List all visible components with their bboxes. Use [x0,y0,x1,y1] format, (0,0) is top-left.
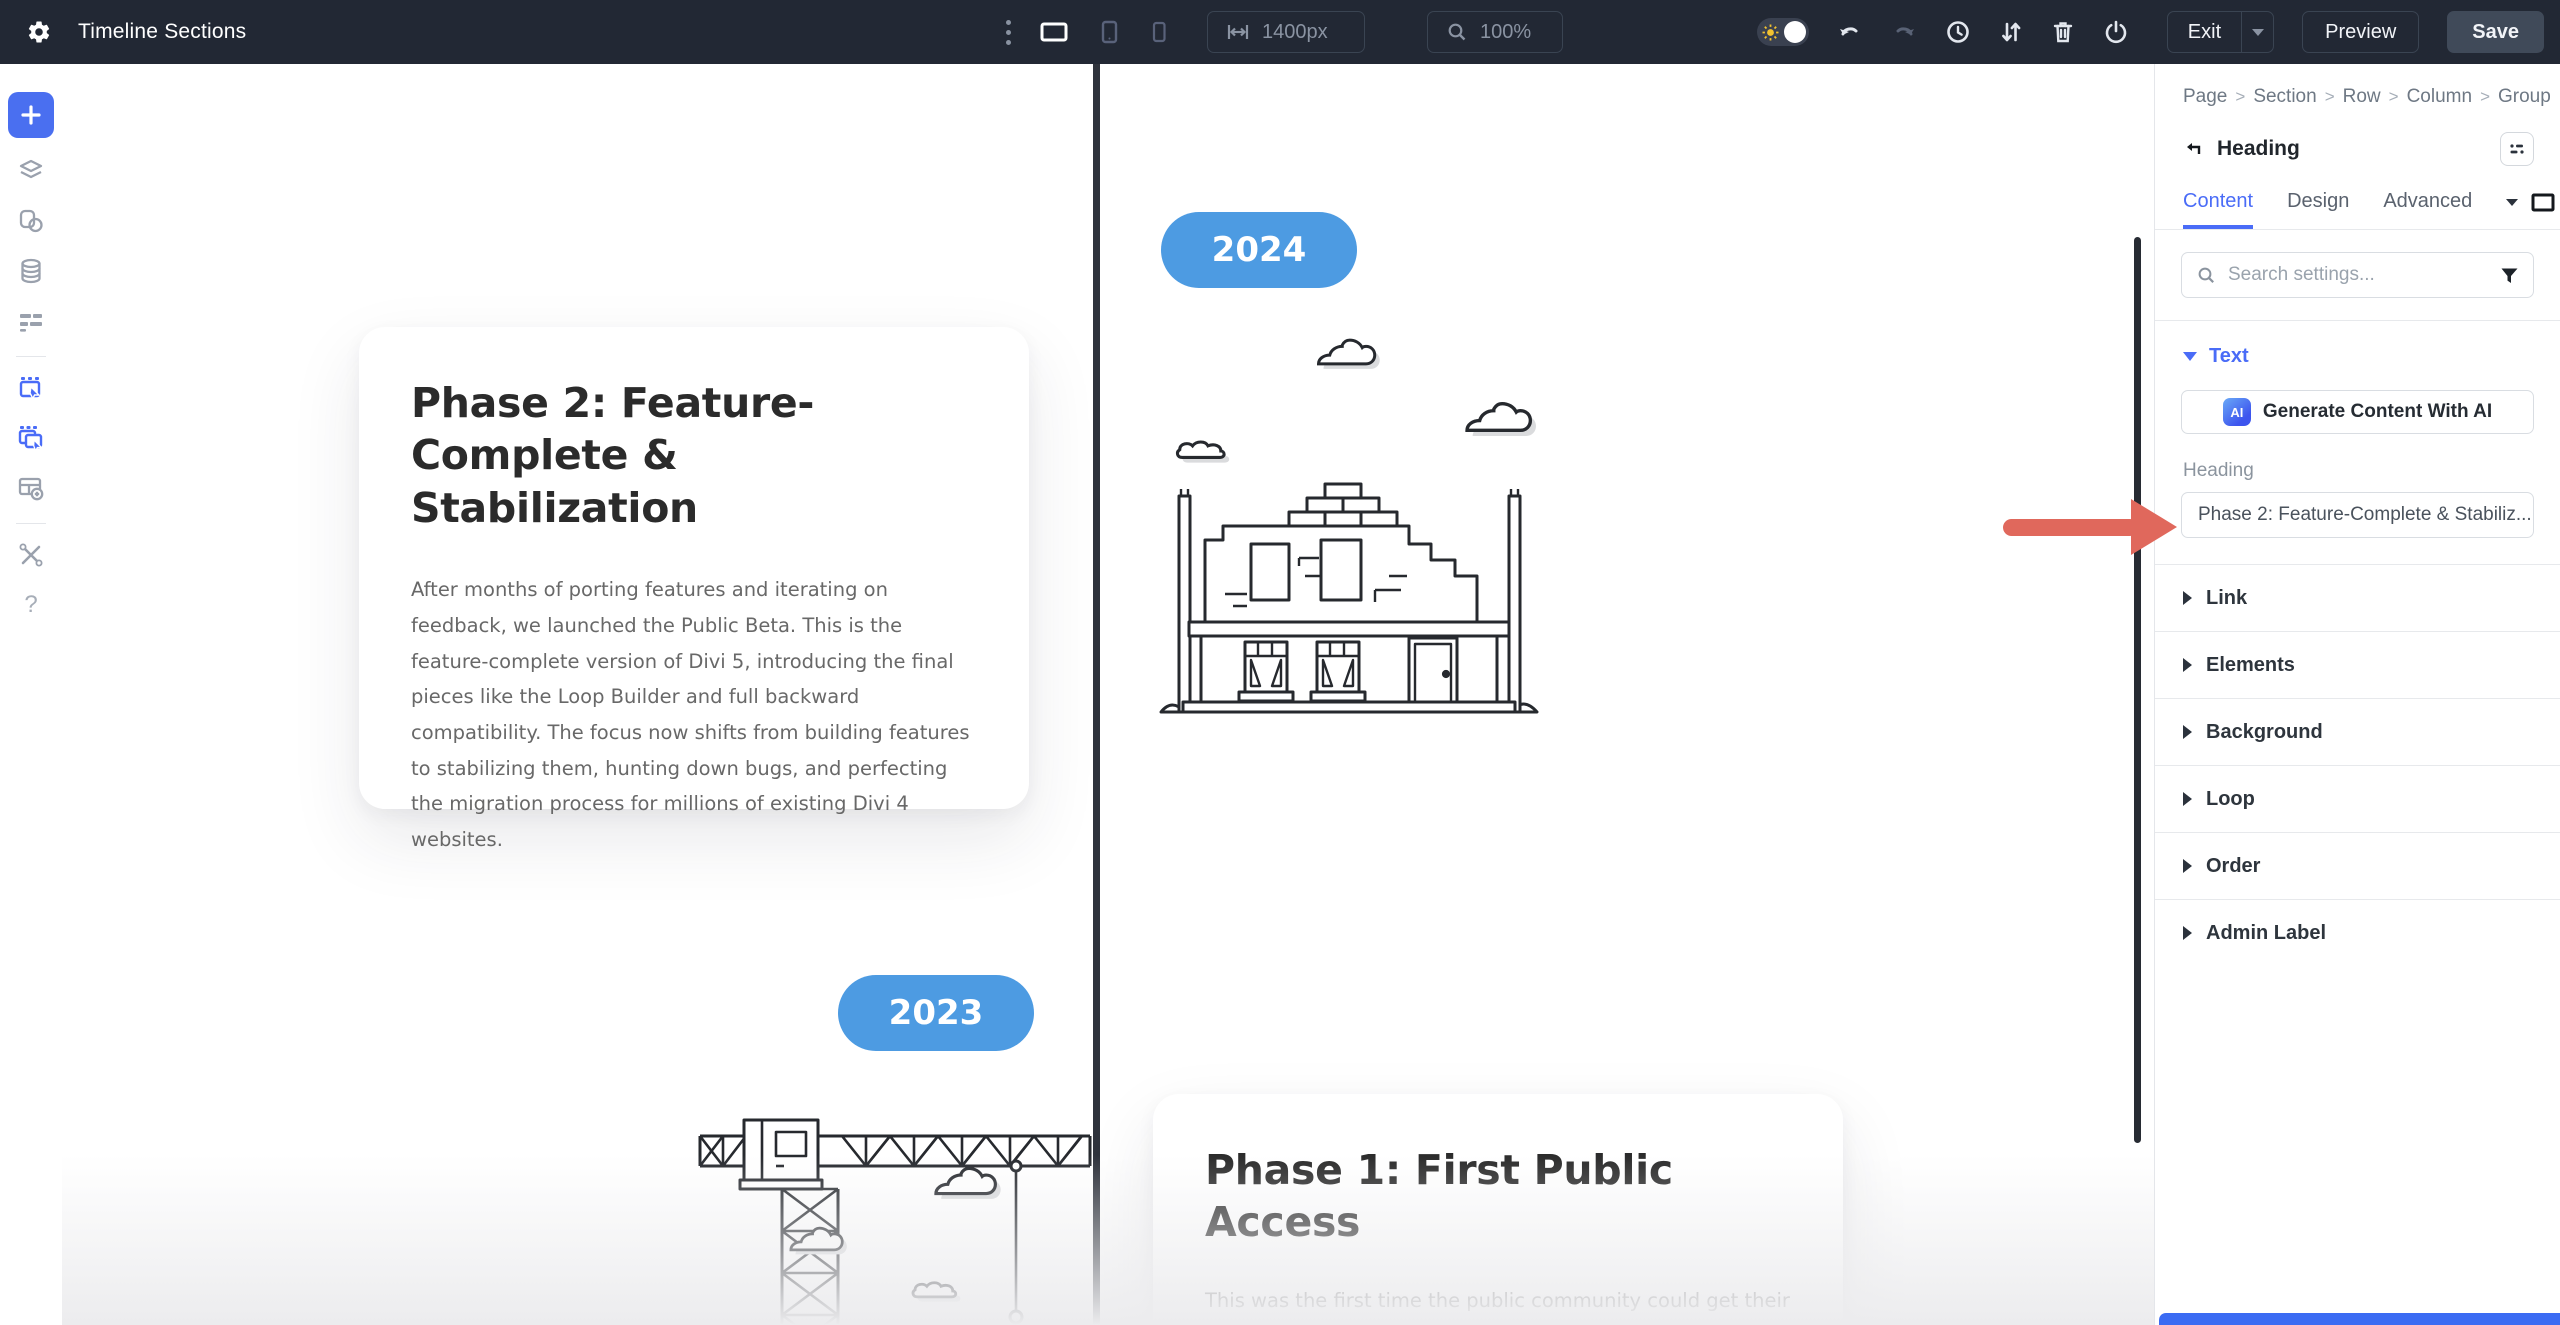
settings-panel: Page > Section > Row > Column > Group He… [2154,64,2560,1325]
monitor-icon[interactable] [2530,192,2556,214]
sort-icon[interactable] [1999,19,2023,45]
section-link[interactable]: Link [2155,564,2560,631]
caret-down-icon [2183,352,2197,361]
exit-button[interactable]: Exit [2167,11,2274,53]
generate-ai-button[interactable]: AI Generate Content With AI [2181,390,2534,434]
ai-badge-icon: AI [2223,398,2251,426]
panel-bottom-accent [2159,1313,2560,1325]
card-body[interactable]: This was the first time the public commu… [1205,1283,1791,1325]
cloud-illustration [1458,398,1538,436]
wireframe-icon[interactable] [14,304,48,338]
cloud-illustration [1172,436,1244,466]
cloud-illustration [1311,335,1381,369]
trash-icon[interactable] [2051,19,2075,45]
heading-field-label: Heading [2155,434,2560,492]
tablet-icon[interactable] [1097,19,1121,45]
select-element-icon[interactable] [14,371,48,405]
section-admin-label[interactable]: Admin Label [2155,899,2560,966]
save-button[interactable]: Save [2447,11,2544,53]
breadcrumb: Page > Section > Row > Column > Group [2155,64,2560,112]
card-body[interactable]: After months of porting features and ite… [411,572,977,857]
cloud-illustration [784,1223,848,1255]
left-toolbar: ? [0,64,62,1325]
canvas-width-icon [1226,22,1250,42]
zoom-input[interactable] [1480,21,1544,44]
breadcrumb-page[interactable]: Page [2183,86,2227,108]
dock-icon[interactable] [2500,132,2534,166]
card-title[interactable]: Phase 1: First Public Access [1205,1144,1791,1249]
caret-right-icon [2183,859,2192,873]
cloud-illustration [908,1277,974,1305]
section-text[interactable]: Text [2155,321,2560,374]
sidebar-divider [16,356,46,357]
filter-icon[interactable] [2500,267,2519,285]
caret-right-icon [2183,591,2192,605]
cloud-illustration [928,1163,1002,1199]
builder-canvas: 2024 [62,64,2154,1325]
preview-button[interactable]: Preview [2302,11,2419,53]
caret-right-icon [2183,926,2192,940]
section-background[interactable]: Background [2155,698,2560,765]
sidebar-divider [16,523,46,524]
tab-content[interactable]: Content [2183,190,2253,229]
tab-advanced[interactable]: Advanced [2383,190,2472,229]
card-title[interactable]: Phase 2: Feature-Complete & Stabilizatio… [411,377,977,534]
more-dots-icon[interactable] [1006,20,1011,45]
building-illustration[interactable] [1159,482,1539,722]
search-icon [2196,265,2217,286]
crane-illustration[interactable] [686,1100,1106,1325]
layers-icon[interactable] [14,154,48,188]
page-settings-icon[interactable] [14,471,48,505]
theme-toggle-sun-icon [1762,24,1779,41]
divi-builder-app: Timeline Sections [0,0,2560,1325]
breadcrumb-group[interactable]: Group [2498,86,2551,108]
presets-icon[interactable] [14,204,48,238]
undo-icon[interactable] [1837,21,1863,43]
year-badge-2023[interactable]: 2023 [838,975,1034,1051]
zoom-control[interactable] [1427,11,1563,53]
help-icon[interactable]: ? [14,588,48,622]
section-order[interactable]: Order [2155,832,2560,899]
chevron-down-icon[interactable] [2506,199,2518,206]
top-toolbar: Timeline Sections [0,0,2560,64]
section-loop[interactable]: Loop [2155,765,2560,832]
timeline-card-phase2[interactable]: Phase 2: Feature-Complete & Stabilizatio… [359,327,1029,809]
breadcrumb-section[interactable]: Section [2253,86,2316,108]
theme-toggle[interactable] [1757,18,1809,46]
module-title: Heading [2217,137,2300,161]
timeline-card-phase1[interactable]: Phase 1: First Public Access This was th… [1153,1094,1843,1325]
breadcrumb-column[interactable]: Column [2407,86,2472,108]
desktop-icon[interactable] [1039,20,1069,44]
tools-icon[interactable] [14,538,48,572]
year-badge-2024[interactable]: 2024 [1161,212,1357,288]
search-input[interactable] [2182,264,2533,286]
canvas-width-input[interactable] [1262,21,1346,44]
heading-field[interactable]: Phase 2: Feature-Complete & Stabiliz... [2181,492,2534,538]
zoom-icon [1446,21,1468,43]
gear-icon[interactable] [26,19,52,45]
add-module-button[interactable] [8,92,54,138]
page-title: Timeline Sections [78,20,246,44]
caret-right-icon [2183,725,2192,739]
database-icon[interactable] [14,254,48,288]
add-icon [20,104,42,126]
return-arrow-icon[interactable] [2183,139,2203,159]
phone-icon[interactable] [1149,19,1169,45]
search-settings[interactable] [2181,252,2534,298]
multi-select-icon[interactable] [14,421,48,455]
tab-design[interactable]: Design [2287,190,2349,229]
section-elements[interactable]: Elements [2155,631,2560,698]
history-icon[interactable] [1945,19,1971,45]
redo-icon[interactable] [1891,21,1917,43]
portability-icon[interactable] [2103,19,2129,45]
canvas-width-control[interactable] [1207,11,1365,53]
canvas-scrollbar[interactable] [2134,237,2141,1143]
caret-right-icon [2183,658,2192,672]
caret-right-icon [2183,792,2192,806]
exit-dropdown[interactable] [2241,12,2273,52]
settings-tabs: Content Design Advanced [2155,172,2560,229]
breadcrumb-row[interactable]: Row [2343,86,2381,108]
